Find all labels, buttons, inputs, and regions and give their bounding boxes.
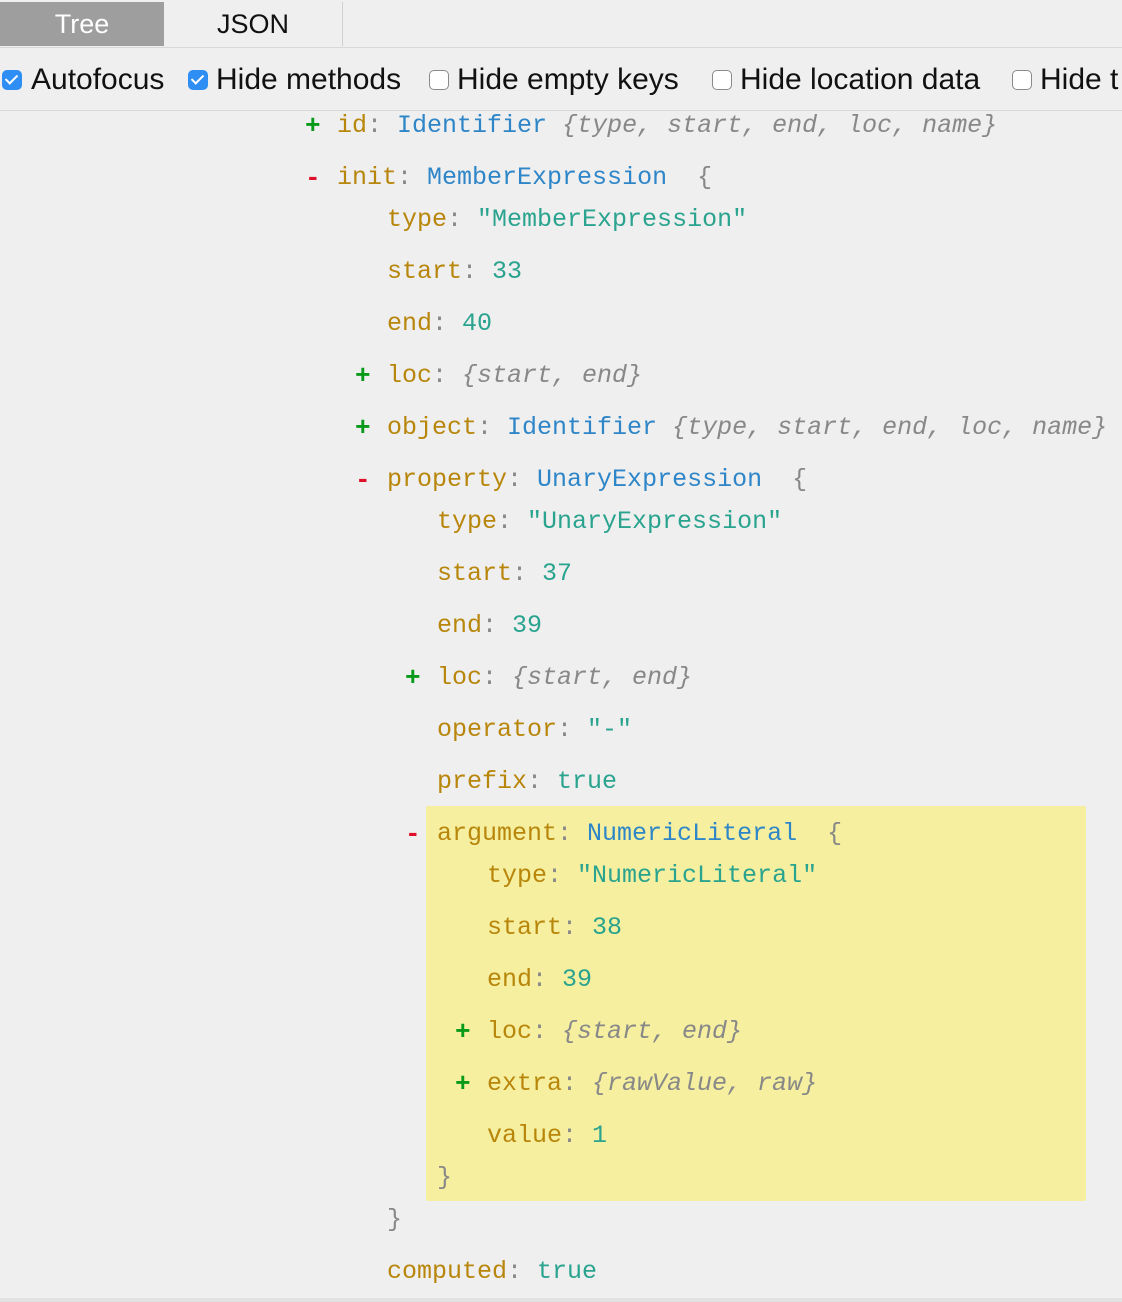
collapse-property-toggle[interactable]: -	[355, 465, 371, 495]
tree-row-prop-end: end: 39	[437, 611, 543, 640]
tree-row-arg-type: type: "NumericLiteral"	[487, 861, 818, 890]
hide-methods-label: Hide methods	[216, 63, 402, 96]
autofocus-checkbox[interactable]	[2, 70, 22, 90]
type-init: MemberExpression	[427, 163, 668, 192]
ast-tree: + id: Identifier {type, start, end, loc,…	[0, 111, 1122, 1298]
tree-row-prop-start: start: 37	[437, 559, 573, 588]
key-id: id	[337, 111, 368, 140]
hide-t-label: Hide t	[1040, 63, 1119, 96]
hide-t-checkbox[interactable]	[1012, 70, 1032, 90]
expand-object-toggle[interactable]: +	[355, 413, 371, 443]
tree-row-object[interactable]: object: Identifier {type, start, end, lo…	[387, 413, 1107, 443]
key-init: init	[337, 163, 398, 192]
closing-brace-argument: }	[437, 1163, 453, 1192]
expand-id-toggle[interactable]: +	[305, 111, 321, 141]
tab-tree[interactable]: Tree	[0, 2, 164, 46]
tree-row-arg-loc[interactable]: loc: {start, end}	[487, 1017, 742, 1047]
summary-id: {type, start, end, loc, name}	[562, 111, 998, 140]
tree-row-prefix: prefix: true	[437, 767, 618, 796]
tree-row-operator: operator: "-"	[437, 715, 633, 744]
hide-methods-checkbox[interactable]	[188, 70, 208, 90]
tree-row-init-end: end: 40	[387, 309, 493, 338]
tree-row-property[interactable]: property: UnaryExpression {	[387, 465, 807, 495]
expand-extra-toggle[interactable]: +	[455, 1069, 471, 1099]
tree-row-init-start: start: 33	[387, 257, 523, 286]
tree-row-prop-loc[interactable]: loc: {start, end}	[437, 663, 692, 693]
tree-row-arg-end: end: 39	[487, 965, 593, 994]
tab-json[interactable]: JSON	[164, 2, 343, 46]
hide-location-data-label: Hide location data	[740, 63, 981, 96]
tree-row-arg-start: start: 38	[487, 913, 623, 942]
expand-prop-loc-toggle[interactable]: +	[405, 663, 421, 693]
type-id: Identifier	[397, 111, 548, 140]
tree-row-argument[interactable]: argument: NumericLiteral {	[437, 819, 842, 849]
tree-row-id[interactable]: id: Identifier {type, start, end, loc, n…	[337, 111, 997, 141]
tree-row-prop-type: type: "UnaryExpression"	[437, 507, 783, 536]
tree-row-computed: computed: true	[387, 1257, 598, 1286]
hide-empty-keys-checkbox[interactable]	[429, 70, 449, 90]
hide-empty-keys-label: Hide empty keys	[457, 63, 679, 96]
options-bar: Autofocus Hide methods Hide empty keys H…	[0, 48, 1122, 111]
closing-brace-property: }	[387, 1205, 403, 1234]
bottom-divider	[0, 1298, 1122, 1302]
tree-row-value: value: 1	[487, 1121, 608, 1150]
tree-row-extra[interactable]: extra: {rawValue, raw}	[487, 1069, 817, 1099]
expand-init-loc-toggle[interactable]: +	[355, 361, 371, 391]
tree-row-init[interactable]: init: MemberExpression {	[337, 163, 712, 193]
tree-row-init-type: type: "MemberExpression"	[387, 205, 748, 234]
tab-bar: Tree JSON	[0, 0, 1122, 48]
autofocus-label: Autofocus	[31, 63, 165, 96]
hide-location-data-checkbox[interactable]	[712, 70, 732, 90]
collapse-init-toggle[interactable]: -	[305, 163, 321, 193]
expand-arg-loc-toggle[interactable]: +	[455, 1017, 471, 1047]
collapse-argument-toggle[interactable]: -	[405, 819, 421, 849]
tree-row-init-loc[interactable]: loc: {start, end}	[387, 361, 642, 391]
